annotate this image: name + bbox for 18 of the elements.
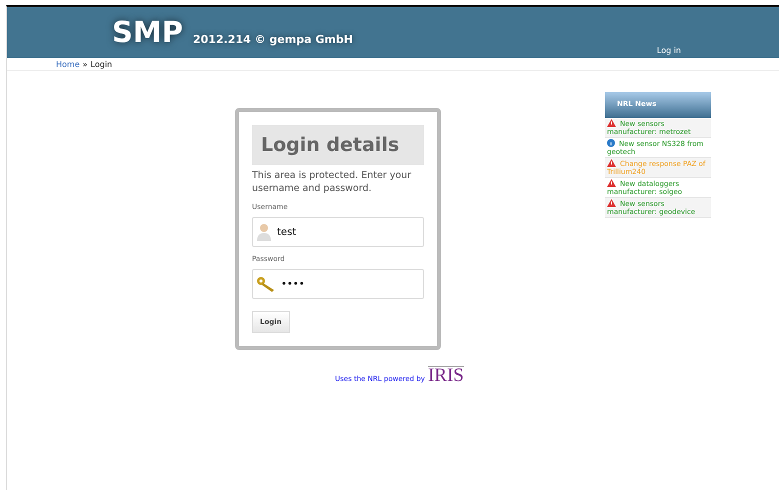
intro-text: This area is protected. Enter your username and password.	[252, 169, 412, 195]
breadcrumb-separator: »	[82, 60, 88, 70]
warning-icon	[607, 159, 616, 167]
user-icon	[257, 223, 271, 241]
password-field[interactable]: ••••	[252, 269, 424, 299]
keys-icon	[257, 276, 275, 292]
version-text: 2012.214 © gempa GmbH	[193, 33, 353, 46]
login-title: Login details	[252, 125, 424, 165]
iris-logo: IRIS	[428, 366, 464, 385]
log-in-link[interactable]: Log in	[656, 46, 681, 55]
warning-icon	[607, 179, 616, 187]
breadcrumb-current: Login	[90, 60, 112, 70]
username-field[interactable]: test	[252, 217, 424, 247]
logo: SMP	[112, 15, 183, 49]
home-link[interactable]: Home	[56, 60, 80, 70]
warning-icon	[607, 199, 616, 207]
info-icon	[607, 139, 615, 147]
warning-icon	[607, 119, 616, 127]
